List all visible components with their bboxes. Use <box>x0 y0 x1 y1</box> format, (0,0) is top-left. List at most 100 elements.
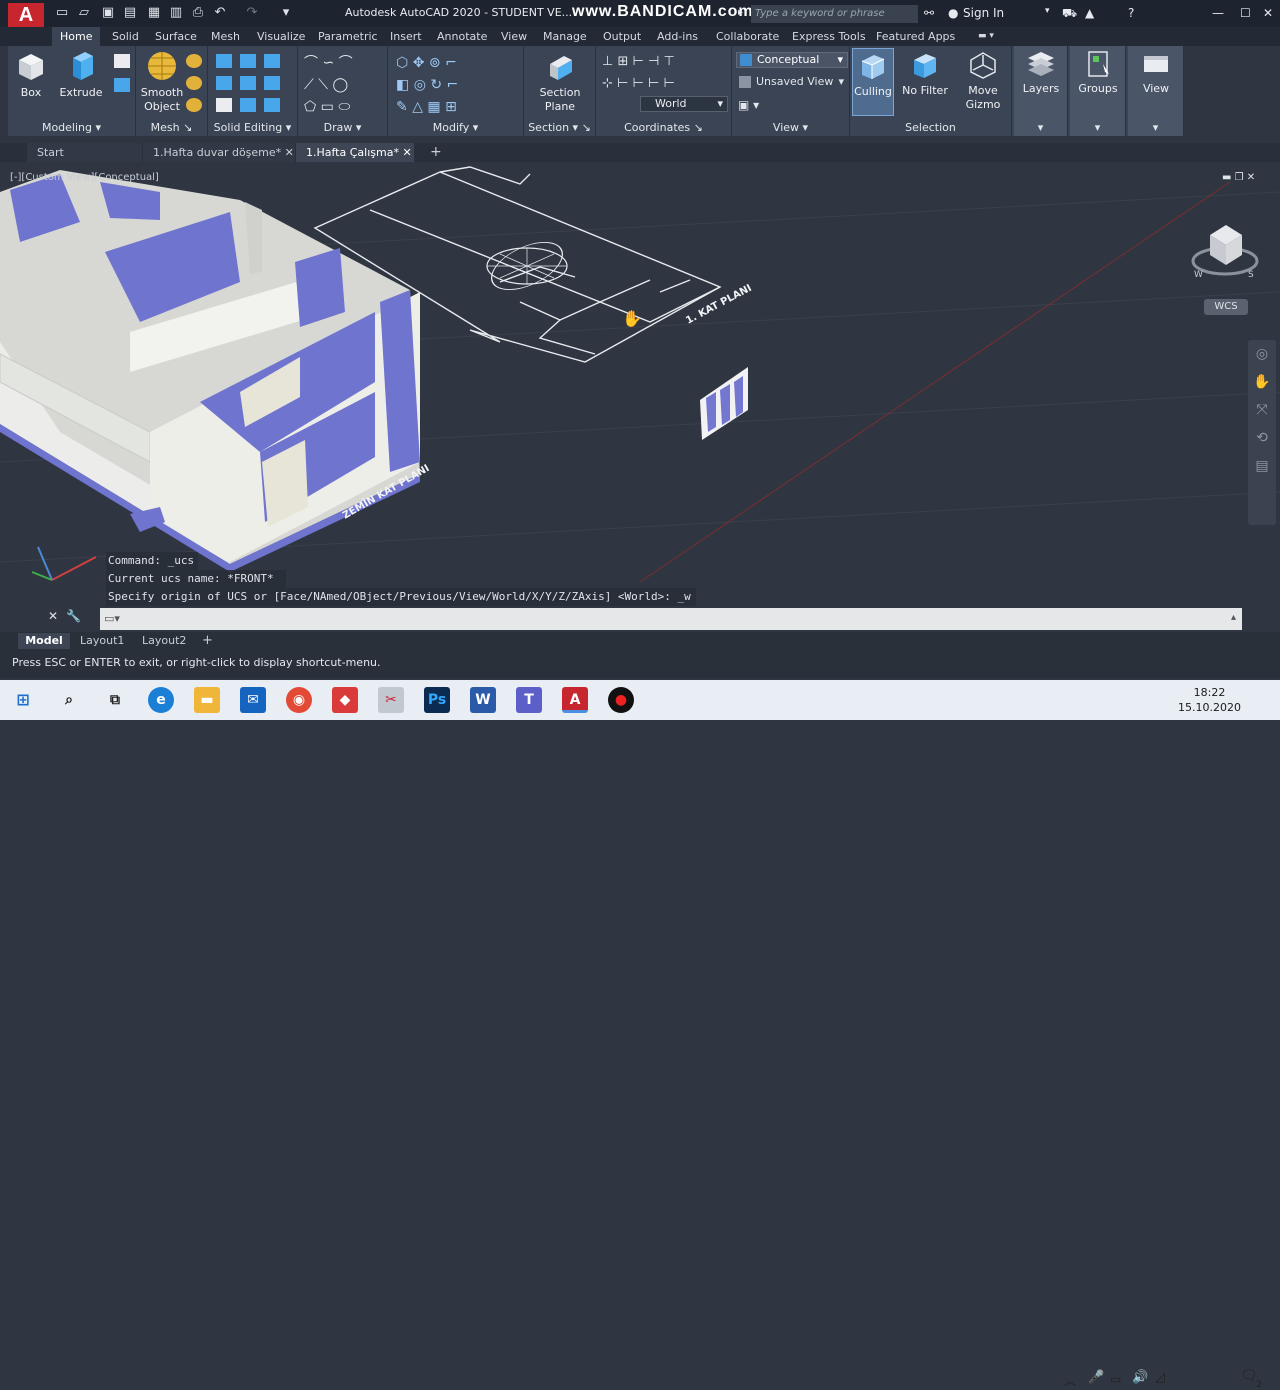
tab-model[interactable]: Model <box>18 633 70 649</box>
ucs-world-dropdown[interactable]: World ▾ <box>640 96 728 112</box>
ucs-x-icon[interactable]: ⊢ <box>633 54 644 69</box>
tab-annotate[interactable]: Annotate <box>437 27 487 46</box>
close-tab-icon[interactable]: ✕ <box>285 146 294 159</box>
section-plane-button[interactable]: Section Plane <box>534 52 586 114</box>
ucs-z-icon[interactable]: ⊤ <box>663 54 674 69</box>
orbit-icon[interactable]: ⟲ <box>1248 424 1276 452</box>
add-layout-button[interactable]: + <box>202 633 213 649</box>
microphone-icon[interactable]: 🎤 <box>1088 1370 1104 1385</box>
cart-icon[interactable]: ⛟ <box>1062 6 1077 22</box>
construction-line-icon[interactable]: ⟍ <box>318 77 328 93</box>
autocad-logo-icon[interactable]: A <box>8 3 44 27</box>
box-button[interactable]: Box <box>14 50 48 100</box>
ucs-face-icon[interactable]: ⊢ <box>617 76 628 91</box>
circle-icon[interactable]: ◯ <box>333 77 349 93</box>
wcs-dropdown[interactable]: WCS <box>1204 299 1248 315</box>
offset-icon[interactable]: ⊚ <box>429 55 441 71</box>
search-expand-icon[interactable]: ▸ <box>738 7 743 18</box>
modeling-panel-label[interactable]: Modeling ▾ <box>8 121 135 134</box>
polyline-icon[interactable]: ⟋ <box>304 77 314 93</box>
arc-icon[interactable]: ⌒ <box>339 55 353 71</box>
pan-icon[interactable]: ✋ <box>1248 368 1276 396</box>
new-tab-button[interactable]: + <box>420 143 444 162</box>
tab-visualize[interactable]: Visualize <box>257 27 305 46</box>
close-tab-icon[interactable]: ✕ <box>402 146 411 159</box>
help-icon[interactable]: ? <box>1128 6 1134 20</box>
command-input[interactable]: ▭▾ ▴ <box>100 608 1242 630</box>
close-icon[interactable]: ✕ <box>1263 6 1273 20</box>
polygon-icon[interactable]: ⬠ <box>304 99 316 115</box>
chrome-icon[interactable]: ◉ <box>286 687 312 713</box>
mesh-smooth-less-icon[interactable] <box>186 76 202 90</box>
3d-move-icon[interactable]: ⬡ <box>396 55 408 71</box>
save-icon[interactable]: ▣ <box>100 5 116 21</box>
tab-view[interactable]: View <box>501 27 527 46</box>
section-panel-label[interactable]: Section ▾ ↘ <box>524 121 595 134</box>
tab-solid[interactable]: Solid <box>112 27 139 46</box>
teams-icon[interactable]: T <box>516 687 542 713</box>
tab-start[interactable]: Start <box>27 143 142 162</box>
windows-start-icon[interactable]: ⊞ <box>10 687 36 713</box>
tab-addins[interactable]: Add-ins <box>657 27 698 46</box>
align-icon[interactable]: △ <box>412 99 423 115</box>
system-clock[interactable]: 18:22 15.10.2020 <box>1178 685 1241 715</box>
tab-collaborate[interactable]: Collaborate <box>716 27 779 46</box>
sign-in-dropdown-icon[interactable]: ▾ <box>1045 6 1050 16</box>
new-file-icon[interactable]: ▭ <box>54 5 70 21</box>
snipping-tool-icon[interactable]: ✂ <box>378 687 404 713</box>
array-icon[interactable]: ▦ <box>427 99 440 115</box>
intersect-icon[interactable] <box>216 98 232 112</box>
trim-icon[interactable]: ⌐ <box>447 77 459 93</box>
spline-icon[interactable]: ∽ <box>322 55 334 71</box>
layers-expand-icon[interactable]: ▾ <box>1014 121 1067 134</box>
erase-icon[interactable]: ✎ <box>396 99 408 115</box>
modify-panel-label[interactable]: Modify ▾ <box>388 121 523 134</box>
view-button[interactable]: View <box>1132 50 1180 96</box>
copy-icon[interactable]: ⊞ <box>445 99 457 115</box>
command-scroll-icon[interactable]: ▴ <box>1231 612 1236 623</box>
no-filter-button[interactable]: No Filter <box>900 50 950 98</box>
rotate-icon[interactable]: ↻ <box>430 77 442 93</box>
save-as-icon[interactable]: ▤ <box>122 5 138 21</box>
ucs-zaxis-icon[interactable]: ⊢ <box>663 76 674 91</box>
mesh-refine-icon[interactable] <box>186 98 202 112</box>
line-icon[interactable]: ⌒ <box>304 55 318 71</box>
command-close-icon[interactable]: ✕ <box>48 609 58 623</box>
ellipse-icon[interactable]: ⬭ <box>338 99 350 115</box>
ucs-origin-icon[interactable]: ⊞ <box>617 54 628 69</box>
polysolid-icon[interactable] <box>114 54 130 68</box>
tab-home[interactable]: Home <box>52 27 101 46</box>
solid-editing-panel-label[interactable]: Solid Editing ▾ <box>208 121 297 134</box>
named-view-dropdown[interactable]: Unsaved View ▾ <box>736 75 848 91</box>
command-recent-icon[interactable]: ▭▾ <box>104 612 120 625</box>
bandicam-icon[interactable]: ● <box>608 687 634 713</box>
ucs-named-icon[interactable]: ⊹ <box>602 76 613 91</box>
groups-expand-icon[interactable]: ▾ <box>1070 121 1125 134</box>
mesh-panel-label[interactable]: Mesh ↘ <box>136 121 207 134</box>
tab-express-tools[interactable]: Express Tools <box>792 27 866 46</box>
autocad-taskbar-icon[interactable]: A <box>562 687 588 713</box>
tab-featured-apps[interactable]: Featured Apps <box>876 27 955 46</box>
showmotion-icon[interactable]: ▤ <box>1248 452 1276 480</box>
tab-insert[interactable]: Insert <box>390 27 422 46</box>
panel-view-extra[interactable]: View ▾ <box>1128 46 1184 136</box>
culling-button[interactable]: Culling <box>852 48 894 116</box>
share-icon[interactable]: ▥ <box>168 5 184 21</box>
maximize-icon[interactable]: ☐ <box>1240 6 1251 20</box>
redo-icon[interactable]: ↷ <box>244 5 260 21</box>
notifications-icon[interactable]: 🗨 2 <box>1240 1368 1262 1390</box>
undo-icon[interactable]: ↶ <box>212 5 228 21</box>
extrude-faces-icon[interactable] <box>264 76 280 90</box>
autodesk-app-icon[interactable]: ▲ <box>1085 6 1094 20</box>
binoculars-icon[interactable]: ⚯ <box>924 6 934 20</box>
view-expand-icon[interactable]: ▾ <box>1128 121 1183 134</box>
ucs-icon[interactable]: ⊥ <box>602 54 613 69</box>
tab-file-calisma[interactable]: 1.Hafta Çalışma* ✕ <box>296 143 414 162</box>
task-view-icon[interactable]: ⧉ <box>102 687 128 713</box>
move-gizmo-button[interactable]: Move Gizmo <box>960 50 1006 112</box>
coordinates-panel-label[interactable]: Coordinates ↘ <box>596 121 731 134</box>
tab-layout1[interactable]: Layout1 <box>80 633 124 649</box>
draw-panel-label[interactable]: Draw ▾ <box>298 121 387 134</box>
ucs-view-icon[interactable]: ⊢ <box>648 76 659 91</box>
open-folder-icon[interactable]: ▱ <box>76 5 92 21</box>
